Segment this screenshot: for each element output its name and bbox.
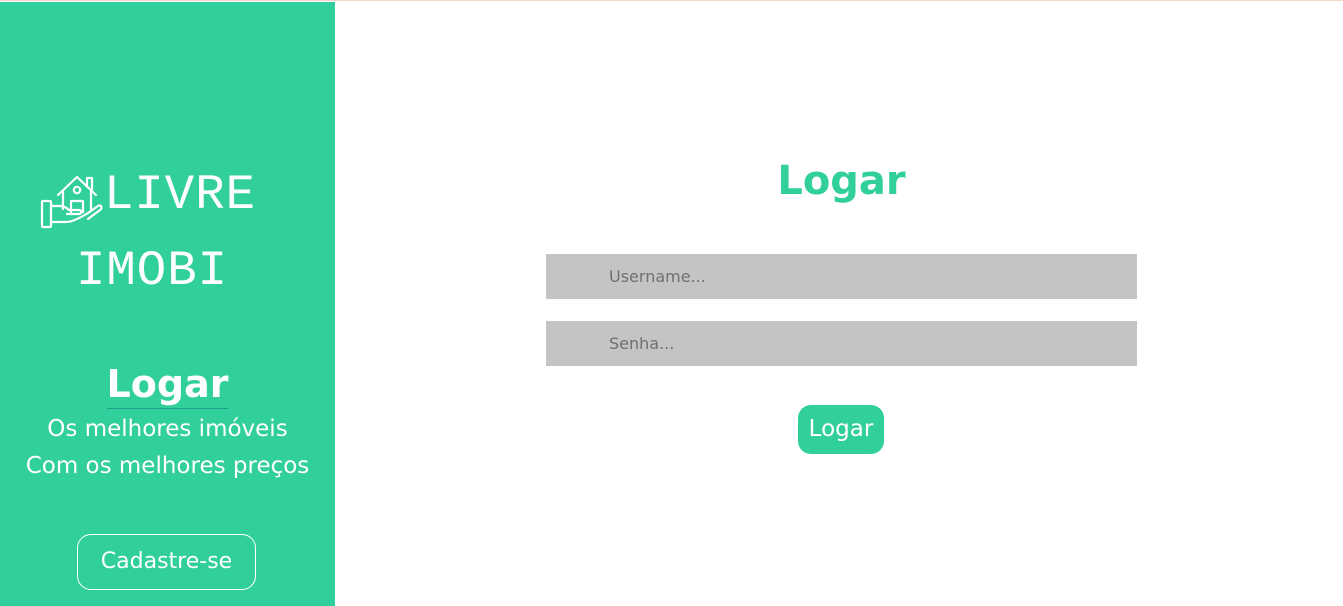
brand-name-line1: LIVRE: [104, 167, 257, 223]
password-input[interactable]: [546, 321, 1137, 366]
page-title: Logar: [777, 158, 906, 204]
brand-name-line2: IMOBI: [76, 243, 229, 299]
brand-logo[interactable]: LIVRE IMOBI: [40, 165, 300, 305]
top-divider: [0, 0, 1343, 1]
login-page: LIVRE IMOBI Logar Os melhores imóveis Co…: [0, 0, 1343, 606]
sidebar-title-text: Logar: [106, 360, 229, 409]
sidebar-title: Logar: [0, 360, 335, 409]
sidebar: LIVRE IMOBI Logar Os melhores imóveis Co…: [0, 2, 335, 606]
username-input[interactable]: [546, 254, 1137, 299]
signup-button[interactable]: Cadastre-se: [77, 534, 256, 590]
login-button[interactable]: Logar: [798, 405, 884, 454]
house-in-hand-icon: [40, 175, 103, 229]
tagline-line2: Com os melhores preços: [25, 453, 310, 479]
tagline-line1: Os melhores imóveis: [47, 416, 288, 442]
